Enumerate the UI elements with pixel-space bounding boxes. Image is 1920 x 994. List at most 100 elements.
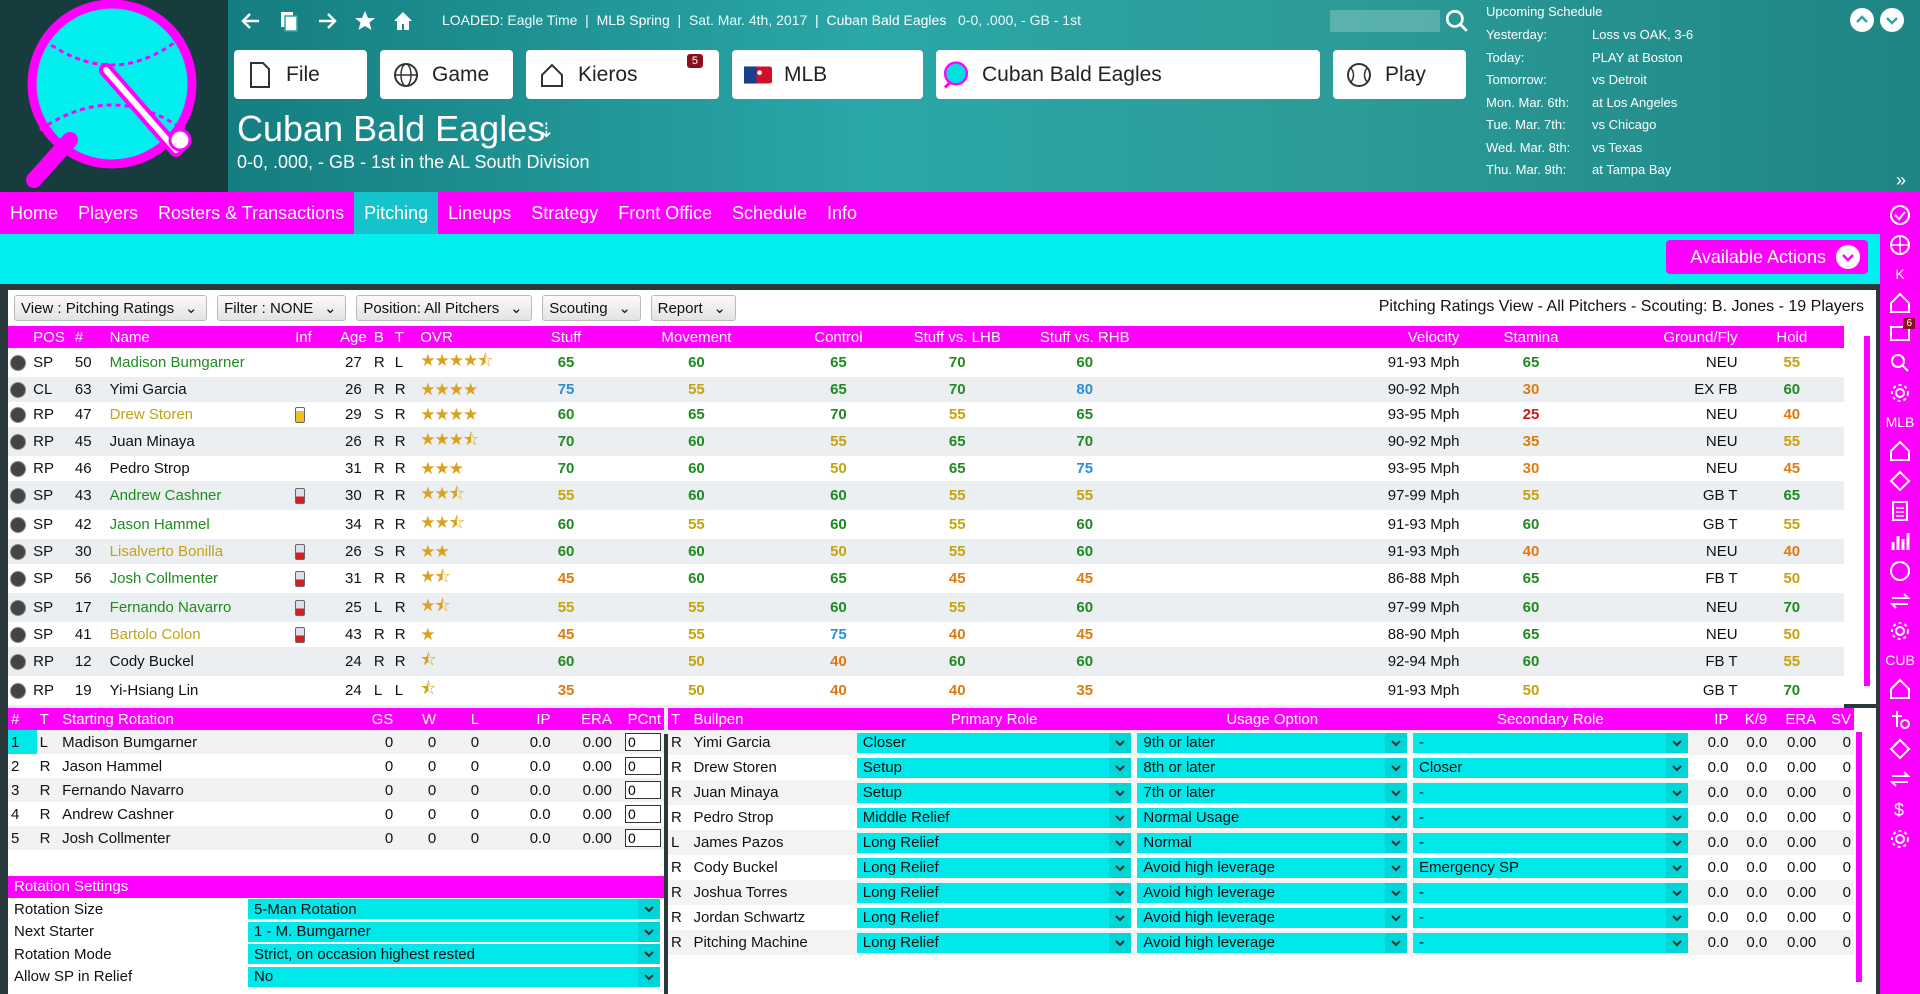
column-header[interactable]: ERA bbox=[1770, 708, 1820, 730]
team-button[interactable]: Cuban Bald Eagles bbox=[936, 50, 1320, 99]
usage-option-select[interactable]: 9th or later bbox=[1137, 732, 1407, 753]
copy-icon[interactable] bbox=[274, 6, 304, 36]
secondary-role-select[interactable]: Closer bbox=[1412, 757, 1688, 778]
home-icon[interactable] bbox=[388, 6, 418, 36]
game-button[interactable]: Game bbox=[380, 50, 513, 99]
table-row[interactable]: SP 17 Fernando Navarro 25 L R ★⯪ 55 55 60 55 60 97-9… bbox=[8, 593, 1844, 622]
usage-option-select[interactable]: 8th or later bbox=[1137, 757, 1407, 778]
table-row[interactable]: R Juan Minaya Setup 7th or later -0.0 0.0 0.00… bbox=[668, 780, 1854, 805]
schedule-row[interactable]: Tomorrow: vs Detroit bbox=[1486, 72, 1786, 95]
tab-front-office[interactable]: Front Office bbox=[608, 192, 722, 234]
filter-dropdown[interactable]: Filter : NONE ⌄ bbox=[217, 295, 347, 321]
column-header[interactable]: T bbox=[36, 708, 60, 730]
scouting-dropdown[interactable]: Scouting ⌄ bbox=[542, 295, 641, 321]
table-row[interactable]: RP 45 Juan Minaya 26 R R ★★★⯪ 70 60 55 65 70 90-92 M… bbox=[8, 427, 1844, 456]
secondary-role-select[interactable]: - bbox=[1412, 882, 1688, 903]
schedule-row[interactable]: Today: PLAY at Boston bbox=[1486, 50, 1786, 73]
transfer-arrows-icon[interactable] bbox=[1885, 764, 1915, 794]
player-name-link[interactable]: Jason Hammel bbox=[110, 516, 210, 533]
primary-role-select[interactable]: Long Relief bbox=[856, 857, 1132, 878]
setting-select[interactable]: Strict, on occasion highest rested bbox=[248, 944, 660, 965]
primary-role-select[interactable]: Closer bbox=[856, 732, 1132, 753]
table-row[interactable]: SP 56 Josh Collmenter 31 R R ★⯪ 45 60 65 45 45 86-88… bbox=[8, 564, 1844, 593]
column-header[interactable]: Primary Role bbox=[853, 708, 1135, 730]
baseball-icon[interactable] bbox=[1885, 556, 1915, 586]
player-status-icon[interactable] bbox=[10, 683, 26, 700]
table-row[interactable]: RP 46 Pedro Strop 31 R R ★★★ 70 60 50 65 75 93-95 Mp… bbox=[8, 456, 1844, 481]
column-header[interactable]: IP bbox=[1690, 708, 1732, 730]
tab-players[interactable]: Players bbox=[68, 192, 148, 234]
column-header[interactable]: Ground/Fly bbox=[1600, 326, 1740, 348]
dollar-icon[interactable]: $ bbox=[1885, 794, 1915, 824]
pitchers-scrollbar[interactable] bbox=[1862, 336, 1872, 686]
expand-icon[interactable]: » bbox=[1896, 170, 1906, 191]
document-icon[interactable] bbox=[1885, 496, 1915, 526]
tab-lineups[interactable]: Lineups bbox=[438, 192, 521, 234]
column-header[interactable]: Secondary Role bbox=[1409, 708, 1691, 730]
column-header[interactable]: POS bbox=[31, 326, 73, 348]
chevron-down-icon[interactable] bbox=[1880, 8, 1904, 32]
column-header[interactable]: Stamina bbox=[1461, 326, 1601, 348]
pitch-count-input[interactable] bbox=[625, 781, 661, 799]
back-arrow-icon[interactable] bbox=[236, 6, 266, 36]
player-status-icon[interactable] bbox=[10, 355, 26, 372]
usage-option-select[interactable]: Avoid high leverage bbox=[1137, 907, 1407, 928]
tab-info[interactable]: Info bbox=[817, 192, 867, 234]
check-circle-icon[interactable] bbox=[1885, 200, 1915, 230]
column-header[interactable]: # bbox=[8, 708, 37, 730]
team-dropdown-icon[interactable]: ⇣ bbox=[538, 118, 555, 143]
table-row[interactable]: 3 R Fernando Navarro 0 0 0 0.0 0.00 bbox=[8, 778, 664, 802]
column-header[interactable]: T bbox=[668, 708, 691, 730]
home-icon[interactable] bbox=[1885, 674, 1915, 704]
play-button[interactable]: Play bbox=[1333, 50, 1466, 99]
available-actions-button[interactable]: Available Actions bbox=[1666, 240, 1868, 274]
player-name-link[interactable]: Bartolo Colon bbox=[110, 626, 201, 643]
usage-option-select[interactable]: Avoid high leverage bbox=[1137, 932, 1407, 953]
column-header[interactable] bbox=[8, 326, 32, 348]
column-header[interactable]: Starting Rotation bbox=[59, 708, 346, 730]
table-row[interactable]: SP 41 Bartolo Colon 43 R R ★ 45 55 75 40 45 88-90 Mp… bbox=[8, 622, 1844, 647]
scrollbar-thumb[interactable] bbox=[1856, 732, 1862, 982]
table-row[interactable]: SP 50 Madison Bumgarner 27 R L ★★★★⯪ 65 60 65 70 60… bbox=[8, 348, 1844, 377]
table-row[interactable]: R Cody Buckel Long Relief Avoid high levera… bbox=[668, 855, 1854, 880]
secondary-role-select[interactable]: - bbox=[1412, 732, 1688, 753]
player-status-icon[interactable] bbox=[10, 544, 26, 561]
forward-arrow-icon[interactable] bbox=[312, 6, 342, 36]
table-row[interactable]: R Drew Storen Setup 8th or later Closer 0.0 0.… bbox=[668, 755, 1854, 780]
primary-role-select[interactable]: Long Relief bbox=[856, 832, 1132, 853]
diamond-icon[interactable] bbox=[1885, 734, 1915, 764]
primary-role-select[interactable]: Long Relief bbox=[856, 932, 1132, 953]
column-header[interactable]: Movement bbox=[609, 326, 784, 348]
primary-role-select[interactable]: Middle Relief bbox=[856, 807, 1132, 828]
column-header[interactable]: Control bbox=[783, 326, 894, 348]
column-header[interactable]: Age bbox=[334, 326, 372, 348]
table-row[interactable]: CL 63 Yimi Garcia 26 R R ★★★★ 75 55 65 70 80 90-92 M… bbox=[8, 377, 1844, 402]
column-header[interactable]: Hold bbox=[1739, 326, 1844, 348]
setting-select[interactable]: 1 - M. Bumgarner bbox=[248, 921, 660, 942]
table-row[interactable]: SP 43 Andrew Cashner 30 R R ★★⯪ 55 60 60 55 55 97-99… bbox=[8, 481, 1844, 510]
column-header[interactable]: T bbox=[392, 326, 419, 348]
column-header[interactable]: Bullpen bbox=[690, 708, 854, 730]
view-dropdown[interactable]: View : Pitching Ratings ⌄ bbox=[14, 295, 208, 321]
player-name-link[interactable]: Drew Storen bbox=[110, 406, 193, 423]
column-header[interactable]: B bbox=[371, 326, 393, 348]
gear-icon[interactable] bbox=[1885, 616, 1915, 646]
tab-schedule[interactable]: Schedule bbox=[722, 192, 817, 234]
mail-icon[interactable]: 6 bbox=[1885, 318, 1915, 348]
pitch-count-input[interactable] bbox=[625, 733, 661, 751]
usage-option-select[interactable]: Avoid high leverage bbox=[1137, 882, 1407, 903]
player-name-link[interactable]: Cody Buckel bbox=[110, 653, 194, 670]
usage-option-select[interactable]: Normal Usage bbox=[1137, 807, 1407, 828]
setting-select[interactable]: 5-Man Rotation bbox=[248, 899, 660, 920]
column-header[interactable]: Stuff vs. LHB bbox=[893, 326, 1021, 348]
column-header[interactable]: Usage Option bbox=[1134, 708, 1410, 730]
column-header[interactable]: SV bbox=[1819, 708, 1854, 730]
primary-role-select[interactable]: Long Relief bbox=[856, 882, 1132, 903]
table-row[interactable]: R Yimi Garcia Closer 9th or later -0.0 0.0 0.0… bbox=[668, 730, 1854, 755]
table-row[interactable]: RP 19 Yi-Hsiang Lin 24 L L ⯪ 35 50 40 40 35 91-93 Mp… bbox=[8, 676, 1844, 705]
column-header[interactable]: # bbox=[72, 326, 108, 348]
player-name-link[interactable]: Yimi Garcia bbox=[110, 381, 187, 398]
player-name-link[interactable]: Yi-Hsiang Lin bbox=[110, 682, 199, 699]
schedule-row[interactable]: Yesterday: Loss vs OAK, 3-6 bbox=[1486, 27, 1786, 50]
primary-role-select[interactable]: Setup bbox=[856, 782, 1132, 803]
